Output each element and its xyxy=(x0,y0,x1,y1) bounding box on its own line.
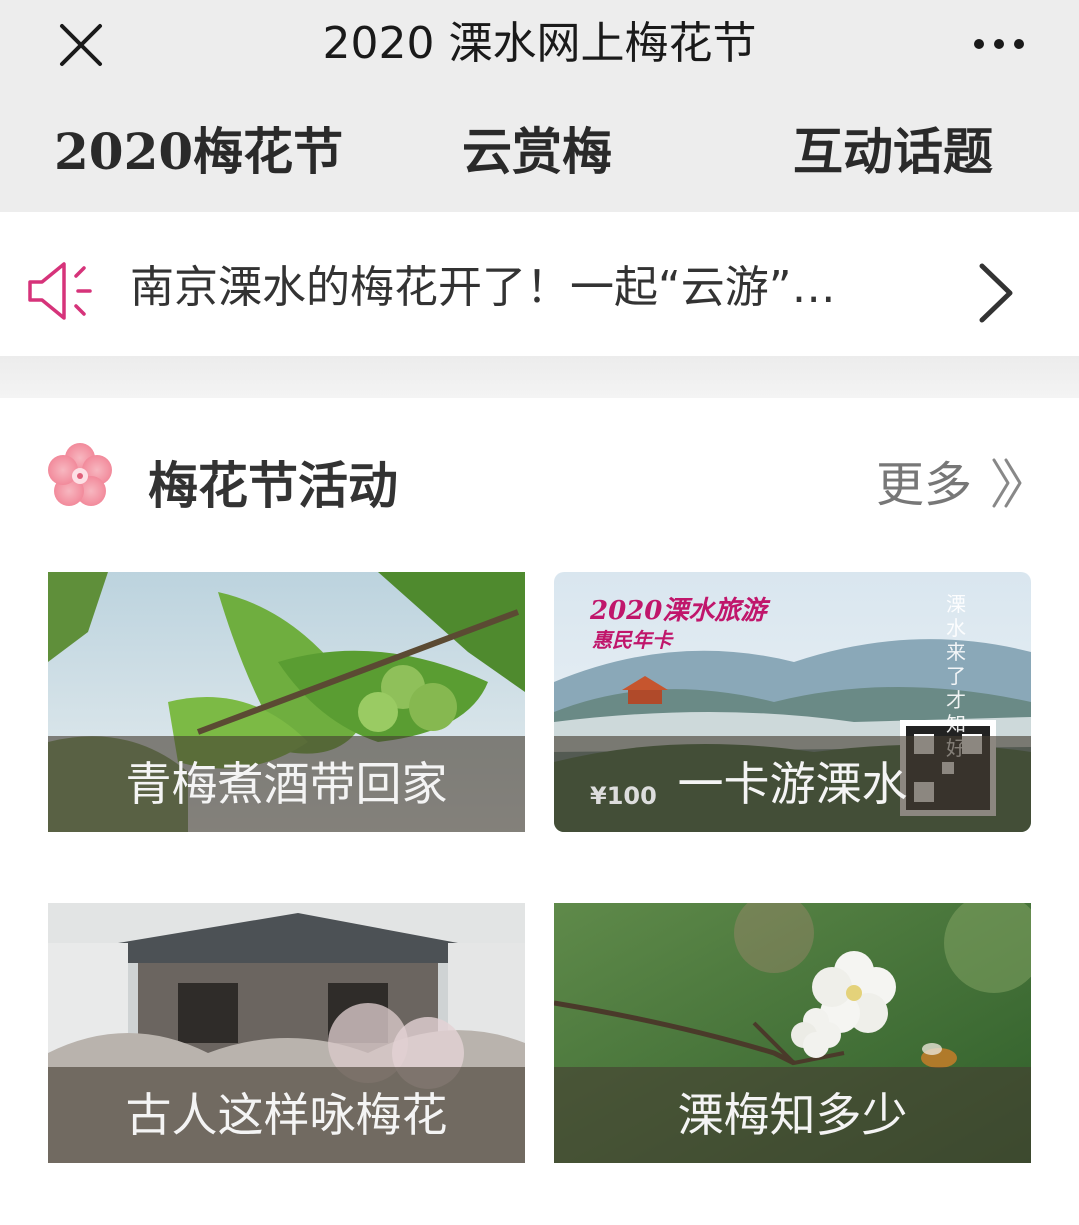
card-subtitle-text: 惠民年卡 xyxy=(592,628,672,652)
chevron-right-icon[interactable] xyxy=(970,258,1020,328)
notice-bar[interactable]: 南京溧水的梅花开了！一起“云游”… xyxy=(0,212,1079,356)
activity-card-plum-knowledge[interactable]: 溧梅知多少 xyxy=(554,903,1031,1163)
section-divider xyxy=(0,356,1079,398)
section-title: 梅花节活动 xyxy=(148,457,398,515)
card-price: ¥100 xyxy=(590,782,657,810)
page-title: 2020 溧水网上梅花节 xyxy=(322,18,757,69)
card-side-text: 溧水来了才知好 xyxy=(946,592,966,760)
double-chevron-right-icon[interactable] xyxy=(988,452,1030,514)
card-title-text: 2020溧水旅游 xyxy=(590,596,767,626)
tab-cloud-plum-viewing[interactable]: 云赏梅 xyxy=(462,120,612,184)
nav-tabs: 2020梅花节 云赏梅 互动话题 xyxy=(0,92,1079,212)
card-caption: 古人这样咏梅花 xyxy=(48,1067,525,1163)
activity-card-ancient-poems[interactable]: 古人这样咏梅花 xyxy=(48,903,525,1163)
card-caption: 溧梅知多少 xyxy=(554,1067,1031,1163)
tab-interactive-topics[interactable]: 互动话题 xyxy=(793,120,993,184)
notice-text: 南京溧水的梅花开了！一起“云游”… xyxy=(130,262,836,313)
activity-card-green-plum-wine[interactable]: 青梅煮酒带回家 xyxy=(48,572,525,832)
more-dots-icon[interactable] xyxy=(969,26,1029,62)
more-link[interactable]: 更多 xyxy=(876,454,972,516)
title-bar: 2020 溧水网上梅花节 xyxy=(0,0,1079,92)
card-caption: 青梅煮酒带回家 xyxy=(48,736,525,832)
speaker-icon xyxy=(28,262,92,320)
tab-2020-plum-festival[interactable]: 2020梅花节 xyxy=(54,120,343,184)
plum-blossom-icon xyxy=(48,443,112,506)
activity-card-tourism-pass[interactable]: 2020溧水旅游 惠民年卡 溧水来了才知好 一卡游溧水 ¥100 xyxy=(554,572,1031,832)
